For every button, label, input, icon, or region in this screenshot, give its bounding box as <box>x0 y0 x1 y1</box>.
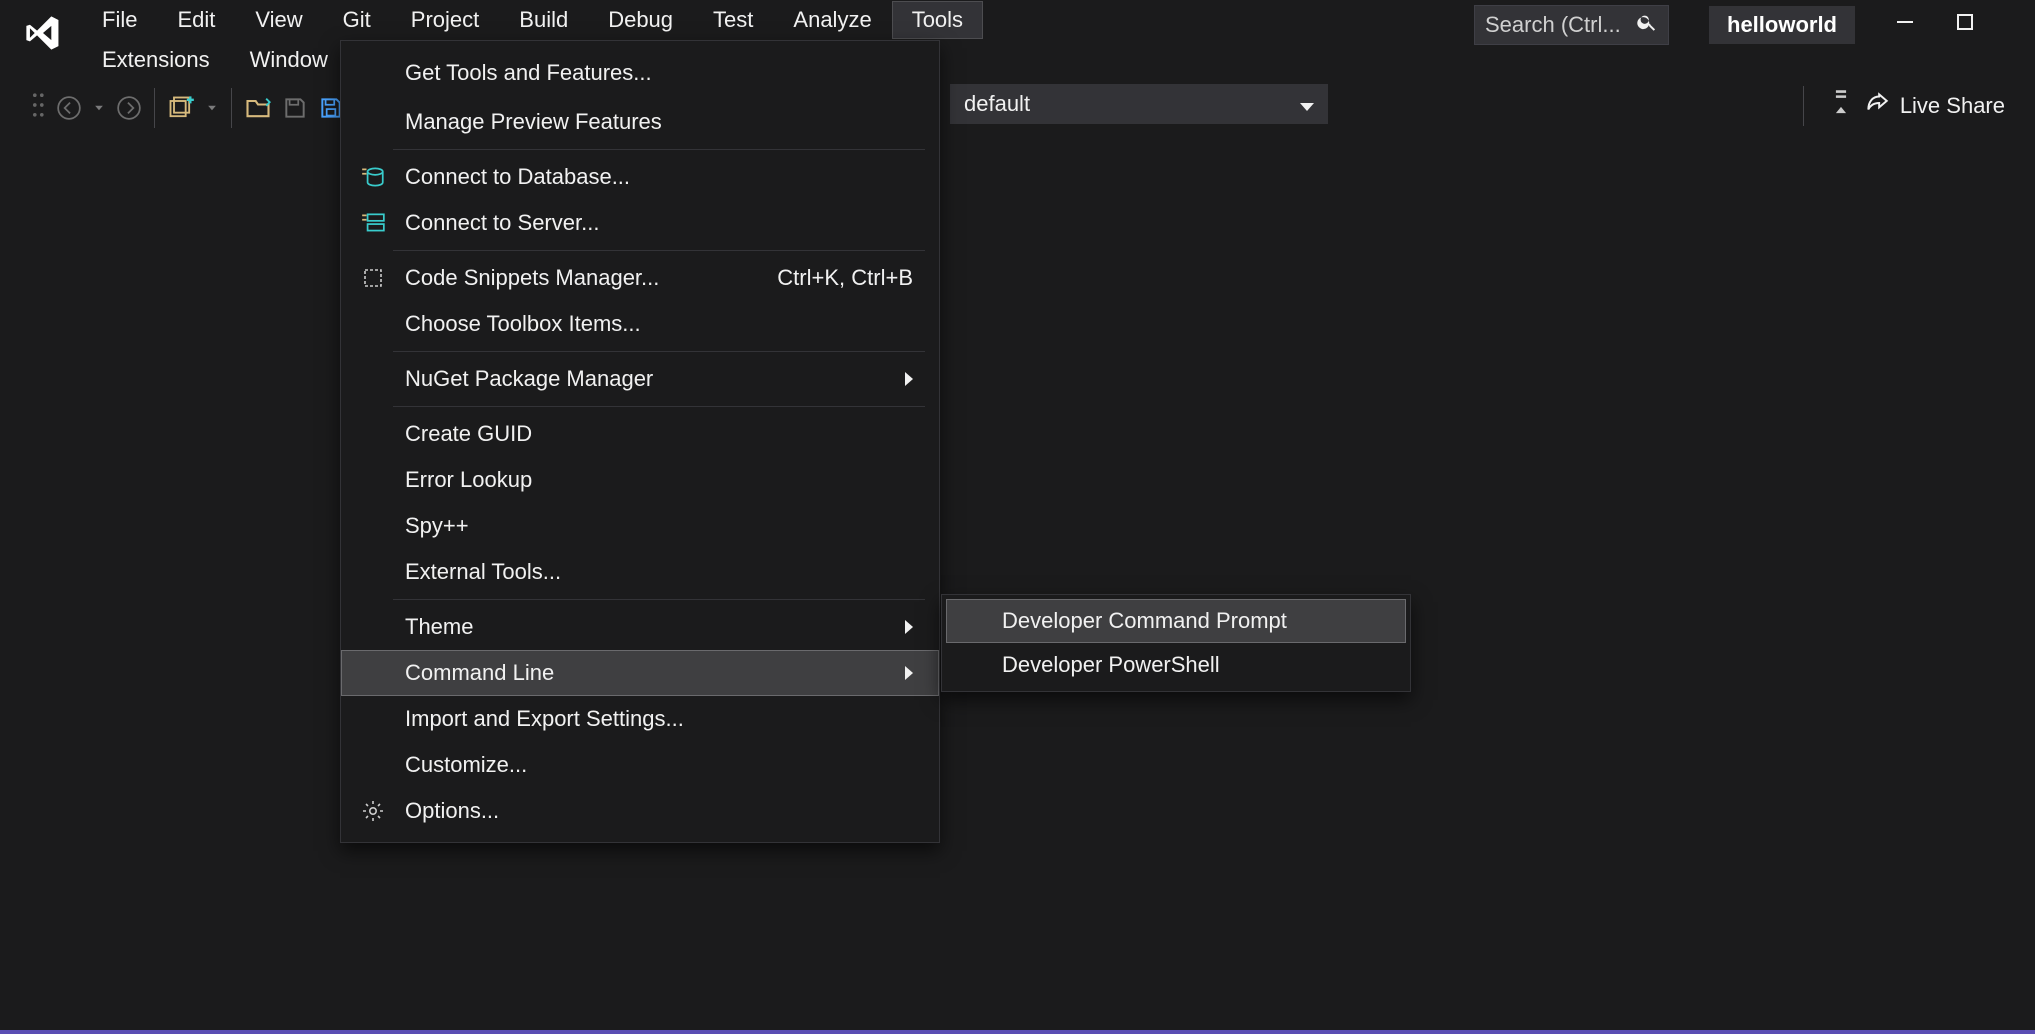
live-share-label: Live Share <box>1900 93 2005 119</box>
menu-item-label: Code Snippets Manager... <box>405 265 777 291</box>
menu-item-label: Manage Preview Features <box>405 109 913 135</box>
menu-external-tools[interactable]: External Tools... <box>341 549 939 595</box>
menu-item-shortcut: Ctrl+K, Ctrl+B <box>777 265 913 291</box>
menu-item-label: Command Line <box>405 660 905 686</box>
menu-connect-server[interactable]: Connect to Server... <box>341 200 939 246</box>
menu-edit[interactable]: Edit <box>157 1 235 39</box>
config-dropdown-label: default <box>964 91 1030 117</box>
menu-connect-database[interactable]: Connect to Database... <box>341 154 939 200</box>
menu-spy[interactable]: Spy++ <box>341 503 939 549</box>
new-project-button[interactable] <box>167 94 195 122</box>
menu-item-label: Connect to Database... <box>405 164 913 190</box>
search-placeholder: Search (Ctrl... <box>1485 12 1630 38</box>
live-share-button[interactable]: Live Share <box>1864 90 2005 122</box>
nav-forward-button[interactable] <box>116 95 142 121</box>
menu-separator <box>393 406 925 407</box>
menu-separator <box>393 351 925 352</box>
open-file-button[interactable] <box>244 94 272 122</box>
submenu-arrow-icon <box>905 614 913 640</box>
menu-item-label: Create GUID <box>405 421 913 447</box>
menu-code-snippets[interactable]: Code Snippets Manager... Ctrl+K, Ctrl+B <box>341 255 939 301</box>
status-bar-accent <box>0 1030 2035 1034</box>
menu-manage-preview[interactable]: Manage Preview Features <box>341 99 939 145</box>
menu-item-label: Choose Toolbox Items... <box>405 311 913 337</box>
menu-item-label: Options... <box>405 798 913 824</box>
menu-project[interactable]: Project <box>391 1 499 39</box>
menu-separator <box>393 250 925 251</box>
menu-build[interactable]: Build <box>499 1 588 39</box>
menu-test[interactable]: Test <box>693 1 773 39</box>
menu-create-guid[interactable]: Create GUID <box>341 411 939 457</box>
overflow-icon[interactable] <box>1832 89 1850 123</box>
toolbar-group-drag <box>20 88 155 128</box>
menu-item-label: Import and Export Settings... <box>405 706 913 732</box>
submenu-arrow-icon <box>905 366 913 392</box>
share-icon <box>1864 90 1890 122</box>
menu-debug[interactable]: Debug <box>588 1 693 39</box>
menu-separator <box>393 149 925 150</box>
menu-customize[interactable]: Customize... <box>341 742 939 788</box>
menu-choose-toolbox[interactable]: Choose Toolbox Items... <box>341 301 939 347</box>
submenu-developer-cmd[interactable]: Developer Command Prompt <box>946 599 1406 643</box>
new-project-dropdown[interactable] <box>208 106 216 110</box>
menu-row-1: File Edit View Git Project Build Debug T… <box>82 0 983 40</box>
menu-item-label: Get Tools and Features... <box>405 60 913 86</box>
menu-view[interactable]: View <box>235 1 322 39</box>
toolbar-group-new <box>155 88 232 128</box>
nav-back-button[interactable] <box>56 95 82 121</box>
live-share-area: Live Share <box>1789 86 2005 126</box>
menu-item-label: NuGet Package Manager <box>405 366 905 392</box>
solution-name: helloworld <box>1709 6 1855 44</box>
menu-tools[interactable]: Tools <box>892 1 983 39</box>
menu-item-label: Developer PowerShell <box>1002 652 1220 678</box>
menu-get-tools[interactable]: Get Tools and Features... <box>341 47 939 99</box>
search-input[interactable]: Search (Ctrl... <box>1474 5 1669 45</box>
visual-studio-icon <box>24 14 62 58</box>
server-icon <box>341 210 405 236</box>
menu-window[interactable]: Window <box>230 41 348 79</box>
menu-separator <box>393 599 925 600</box>
menu-item-label: External Tools... <box>405 559 913 585</box>
database-icon <box>341 164 405 190</box>
save-button[interactable] <box>282 95 308 121</box>
menu-command-line[interactable]: Command Line <box>341 650 939 696</box>
minimize-button[interactable] <box>1895 12 1915 38</box>
menu-import-export[interactable]: Import and Export Settings... <box>341 696 939 742</box>
command-line-submenu: Developer Command Prompt Developer Power… <box>941 594 1411 692</box>
title-controls: Search (Ctrl... helloworld <box>1474 0 2035 50</box>
menu-extensions[interactable]: Extensions <box>82 41 230 79</box>
submenu-developer-powershell[interactable]: Developer PowerShell <box>942 643 1410 687</box>
config-dropdown[interactable]: default <box>950 84 1328 124</box>
menubar: File Edit View Git Project Build Debug T… <box>0 0 2035 80</box>
toolbar-separator <box>1803 86 1804 126</box>
submenu-arrow-icon <box>905 660 913 686</box>
menu-analyze[interactable]: Analyze <box>773 1 891 39</box>
menu-git[interactable]: Git <box>323 1 391 39</box>
menu-item-label: Theme <box>405 614 905 640</box>
menu-error-lookup[interactable]: Error Lookup <box>341 457 939 503</box>
menu-item-label: Connect to Server... <box>405 210 913 236</box>
maximize-button[interactable] <box>1955 12 1975 38</box>
grip-icon <box>32 91 46 125</box>
menu-theme[interactable]: Theme <box>341 604 939 650</box>
snippet-icon <box>341 266 405 290</box>
menu-item-label: Spy++ <box>405 513 913 539</box>
menu-file[interactable]: File <box>82 1 157 39</box>
gear-icon <box>341 799 405 823</box>
menu-item-label: Customize... <box>405 752 913 778</box>
menu-item-label: Developer Command Prompt <box>1002 608 1287 634</box>
chevron-down-icon <box>1300 91 1314 117</box>
menu-nuget[interactable]: NuGet Package Manager <box>341 356 939 402</box>
menu-item-label: Error Lookup <box>405 467 913 493</box>
toolbar-group-file <box>232 88 356 128</box>
search-icon <box>1636 11 1658 39</box>
tools-menu: Get Tools and Features... Manage Preview… <box>340 40 940 843</box>
nav-back-dropdown[interactable] <box>95 106 103 110</box>
menu-options[interactable]: Options... <box>341 788 939 834</box>
